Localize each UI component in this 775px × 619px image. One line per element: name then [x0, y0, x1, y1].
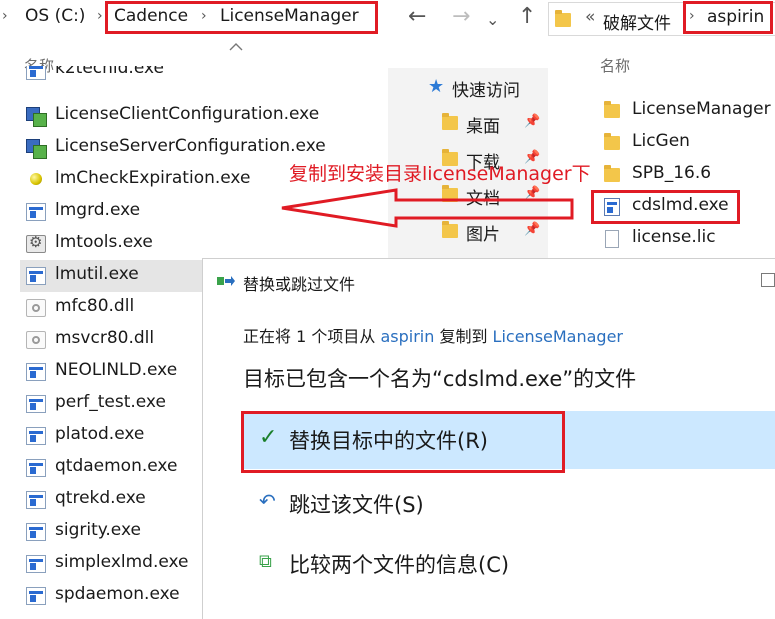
file-name: spdaemon.exe — [55, 584, 180, 604]
source-folder-link[interactable]: aspirin — [380, 327, 434, 346]
highlight-box-replace — [241, 411, 565, 473]
exe-icon — [26, 427, 46, 445]
exe-icon — [26, 66, 46, 80]
skip-arrow-icon: ↶ — [259, 489, 276, 513]
file-name: k2techid.exe — [55, 66, 164, 78]
file-name: platod.exe — [55, 424, 145, 444]
file-name: lmtools.exe — [55, 232, 153, 252]
description-middle: 复制到 — [434, 327, 493, 346]
file-name: qtrekd.exe — [55, 488, 146, 508]
file-item-licgen-folder[interactable]: LicGen — [632, 131, 690, 151]
file-name: NEOLINLD.exe — [55, 360, 178, 380]
highlight-box-right-path — [683, 1, 773, 34]
highlight-box-left-path — [105, 1, 378, 34]
exe-icon — [26, 555, 46, 573]
breadcrumb-overflow[interactable]: « — [585, 7, 595, 27]
breadcrumb-drive[interactable]: OS (C:) — [25, 6, 85, 26]
highlight-box-cdslmd — [591, 190, 740, 224]
file-row[interactable]: LicenseClientConfiguration.exe — [20, 100, 388, 132]
file-name: mfc80.dll — [55, 296, 135, 316]
forward-arrow-icon[interactable]: → — [452, 4, 470, 29]
folder-icon — [604, 101, 620, 118]
up-arrow-icon[interactable]: ↑ — [518, 4, 536, 29]
breadcrumb-crack-files[interactable]: 破解文件 — [603, 9, 671, 34]
tree-item-desktop[interactable]: 桌面 — [466, 112, 500, 137]
exe-icon — [26, 363, 46, 381]
chevron-right-icon: › — [2, 8, 8, 24]
tools-icon — [26, 233, 46, 253]
description-prefix: 正在将 1 个项目从 — [243, 327, 381, 346]
dialog-title: 替换或跳过文件 — [243, 275, 356, 294]
file-row[interactable]: lmtools.exe — [20, 228, 388, 260]
file-item-licensemanager-folder[interactable]: LicenseManager — [632, 99, 771, 119]
exe-icon — [26, 203, 46, 221]
star-icon: ★ — [428, 76, 445, 97]
annotation-text: 复制到安装目录licenseManager下 — [289, 163, 591, 185]
annotation-arrow — [281, 188, 574, 228]
file-name: lmgrd.exe — [55, 200, 141, 220]
file-item-spb-folder[interactable]: SPB_16.6 — [632, 163, 711, 183]
dll-icon — [26, 299, 46, 317]
skip-option-label: 跳过该文件(S) — [289, 493, 424, 517]
replace-or-skip-dialog: 替换或跳过文件 正在将 1 个项目从 aspirin 复制到 LicenseMa… — [202, 258, 775, 619]
file-name: msvcr80.dll — [55, 328, 155, 348]
file-name: perf_test.exe — [55, 392, 166, 412]
file-name: lmutil.exe — [55, 264, 139, 284]
folder-icon — [442, 113, 458, 130]
exe-icon — [26, 395, 46, 413]
chevron-right-icon: › — [97, 8, 103, 24]
dll-icon — [26, 331, 46, 349]
exe-icon — [26, 491, 46, 509]
compare-option-button[interactable]: ⧉ 比较两个文件的信息(C) — [241, 535, 775, 593]
destination-folder-link[interactable]: LicenseManager — [493, 327, 623, 346]
folder-icon — [604, 165, 620, 182]
exe-icon — [26, 459, 46, 477]
tree-item-quick-access[interactable]: 快速访问 — [452, 76, 520, 101]
skip-option-button[interactable]: ↶ 跳过该文件(S) — [241, 475, 775, 533]
chevron-down-icon[interactable]: ⌄ — [486, 10, 499, 29]
file-name: qtdaemon.exe — [55, 456, 178, 476]
config-app-icon — [26, 107, 47, 127]
pin-icon[interactable]: 📌 — [524, 114, 540, 129]
file-name: LicenseClientConfiguration.exe — [55, 104, 320, 124]
column-header-name[interactable]: 名称 — [600, 55, 630, 76]
compare-option-label: 比较两个文件的信息(C) — [289, 553, 510, 577]
config-app-icon — [26, 139, 47, 159]
file-item-license-lic[interactable]: license.lic — [632, 227, 716, 247]
file-row[interactable]: k2techid.exe — [20, 66, 388, 88]
exe-icon — [26, 587, 46, 605]
file-name: LicenseServerConfiguration.exe — [55, 136, 326, 156]
dialog-copy-description: 正在将 1 个项目从 aspirin 复制到 LicenseManager — [243, 323, 623, 347]
compare-icon: ⧉ — [259, 551, 272, 572]
sort-ascending-icon — [229, 43, 243, 51]
folder-icon — [604, 133, 620, 150]
maximize-icon[interactable] — [761, 273, 775, 287]
file-name: lmCheckExpiration.exe — [55, 168, 251, 188]
yellow-ball-icon — [26, 171, 46, 189]
file-name: sigrity.exe — [55, 520, 141, 540]
exe-icon — [26, 267, 46, 285]
back-arrow-icon[interactable]: ← — [408, 4, 426, 29]
exe-icon — [26, 523, 46, 541]
copy-dialog-icon — [217, 276, 235, 286]
folder-icon — [555, 10, 571, 27]
file-name: simplexlmd.exe — [55, 552, 189, 572]
document-icon — [605, 230, 619, 248]
dialog-conflict-message: 目标已包含一个名为“cdslmd.exe”的文件 — [243, 367, 637, 391]
